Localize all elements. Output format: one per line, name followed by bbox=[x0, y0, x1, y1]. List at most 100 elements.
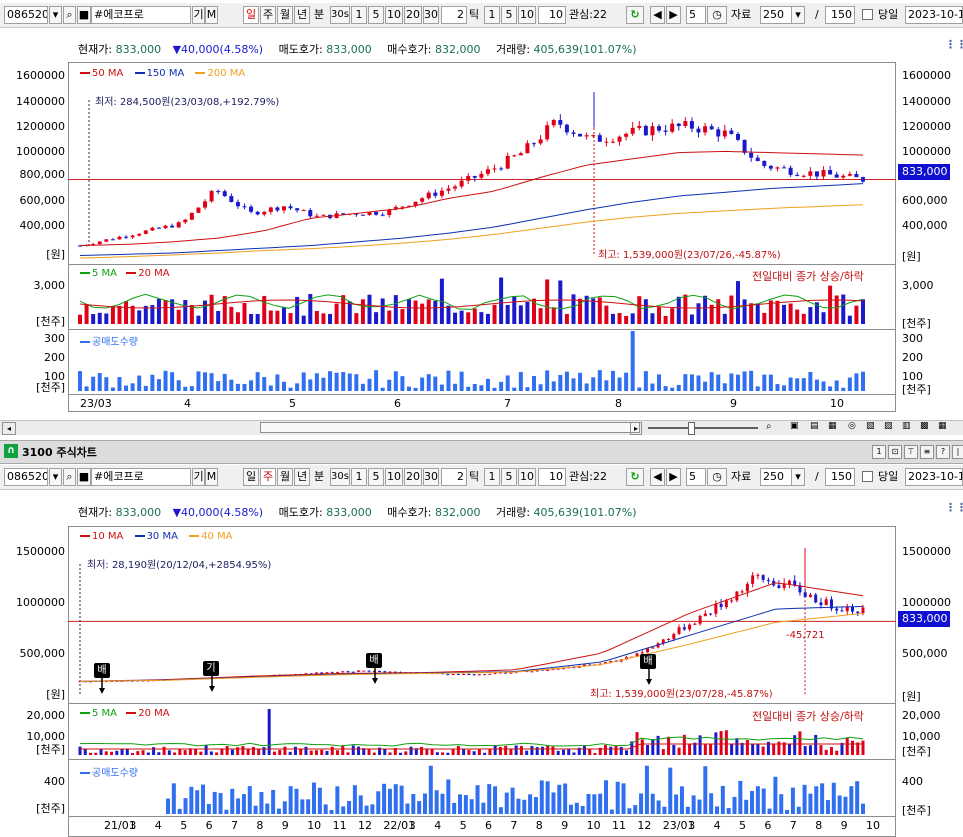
tick-opt-1[interactable]: 1 bbox=[484, 6, 500, 24]
max-count-input[interactable]: 150 bbox=[825, 468, 855, 486]
window-btn-link[interactable]: ⊡ bbox=[888, 445, 902, 459]
code-dropdown-button[interactable]: ▾ bbox=[49, 468, 62, 486]
window-btn-menu[interactable]: ≡ bbox=[920, 445, 934, 459]
stock-code-input[interactable]: 086520 bbox=[4, 468, 48, 486]
data-count-select[interactable]: 250 bbox=[760, 468, 792, 486]
tool-icon-3[interactable]: ▦ bbox=[828, 421, 837, 431]
interval-20[interactable]: 20 bbox=[404, 6, 422, 24]
candle-body bbox=[850, 606, 854, 612]
candle-body bbox=[698, 615, 702, 624]
window-btn-more[interactable]: | bbox=[952, 445, 963, 459]
top-x-label: 7 bbox=[504, 397, 511, 410]
period-year-tab[interactable]: 년 bbox=[294, 6, 310, 24]
range-input[interactable]: 10 bbox=[538, 6, 566, 24]
chart-type-button[interactable]: ■ bbox=[77, 6, 91, 24]
window-btn-help[interactable]: ? bbox=[936, 445, 950, 459]
period-week-tab[interactable]: 주 bbox=[260, 6, 276, 24]
m-button[interactable]: M bbox=[205, 6, 218, 24]
range-input[interactable]: 10 bbox=[538, 468, 566, 486]
candle-body bbox=[137, 233, 142, 236]
data-count-dropdown[interactable]: ▾ bbox=[791, 6, 805, 24]
tool-icon-2[interactable]: ▤ bbox=[810, 421, 819, 431]
bottom-expand-icon[interactable]: ⋮⋮ bbox=[945, 501, 963, 514]
interval-20[interactable]: 20 bbox=[404, 468, 422, 486]
tool-icon-6[interactable]: ▨ bbox=[884, 421, 893, 431]
tick-opt-10[interactable]: 10 bbox=[518, 6, 536, 24]
tick-opt-5[interactable]: 5 bbox=[501, 6, 517, 24]
interval-5[interactable]: 5 bbox=[368, 6, 384, 24]
tool-icon-8[interactable]: ▩ bbox=[920, 421, 929, 431]
prev-arrow-icon[interactable]: ◀ bbox=[650, 468, 665, 486]
interval-10[interactable]: 10 bbox=[385, 468, 403, 486]
window-btn-1[interactable]: 1 bbox=[872, 445, 886, 459]
date-input[interactable]: 2023-10-1 bbox=[905, 6, 963, 24]
tick-count-input[interactable]: 2 bbox=[441, 468, 467, 486]
tick-opt-10[interactable]: 10 bbox=[518, 468, 536, 486]
interval-1[interactable]: 1 bbox=[351, 6, 367, 24]
short-sale-bar bbox=[308, 379, 313, 391]
next-arrow-icon[interactable]: ▶ bbox=[666, 6, 681, 24]
candle-body bbox=[801, 175, 806, 177]
tick-opt-5[interactable]: 5 bbox=[501, 468, 517, 486]
search-icon[interactable]: ⌕ bbox=[63, 6, 76, 24]
tool-icon-4[interactable]: ◎ bbox=[848, 421, 856, 431]
tool-icon-7[interactable]: ▥ bbox=[902, 421, 911, 431]
date-input[interactable]: 2023-10-1 bbox=[905, 468, 963, 486]
code-dropdown-button[interactable]: ▾ bbox=[49, 6, 62, 24]
zoom-slider-track[interactable] bbox=[648, 427, 758, 429]
num-input[interactable]: 5 bbox=[686, 6, 706, 24]
next-arrow-icon[interactable]: ▶ bbox=[666, 468, 681, 486]
zoom-icon[interactable]: ⌕ bbox=[766, 421, 772, 432]
tool-icon-9[interactable]: ▦ bbox=[938, 421, 947, 431]
gi-button[interactable]: 기 bbox=[192, 468, 205, 486]
max-count-input[interactable]: 150 bbox=[825, 6, 855, 24]
interval-5[interactable]: 5 bbox=[368, 468, 384, 486]
search-icon[interactable]: ⌕ bbox=[63, 468, 76, 486]
same-day-checkbox[interactable] bbox=[862, 471, 873, 482]
num-input[interactable]: 5 bbox=[686, 468, 706, 486]
stock-code-input[interactable]: 086520 bbox=[4, 6, 48, 24]
period-month-tab[interactable]: 월 bbox=[277, 6, 293, 24]
interval-30s[interactable]: 30s bbox=[330, 468, 350, 486]
interval-30[interactable]: 30 bbox=[423, 468, 439, 486]
refresh-icon[interactable]: ↻ bbox=[626, 468, 644, 486]
stock-name-field[interactable]: #에코프로 bbox=[91, 6, 191, 24]
period-week-tab[interactable]: 주 bbox=[260, 468, 276, 486]
period-year-tab[interactable]: 년 bbox=[294, 468, 310, 486]
interval-1[interactable]: 1 bbox=[351, 468, 367, 486]
prev-arrow-icon[interactable]: ◀ bbox=[650, 6, 665, 24]
interval-10[interactable]: 10 bbox=[385, 6, 403, 24]
same-day-checkbox[interactable] bbox=[862, 9, 873, 20]
scroll-left-arrow[interactable]: ◂ bbox=[2, 422, 16, 435]
volume-bar bbox=[354, 313, 359, 324]
refresh-icon[interactable]: ↻ bbox=[626, 6, 644, 24]
volume-bar bbox=[320, 749, 324, 755]
scroll-track[interactable] bbox=[260, 422, 640, 433]
tick-count-input[interactable]: 2 bbox=[441, 6, 467, 24]
data-count-select[interactable]: 250 bbox=[760, 6, 792, 24]
chart-scrollbar[interactable]: ◂ ▸ ⌕ ▣ ▤ ▦ ◎ ▧ ▨ ▥ ▩ ▦ bbox=[0, 420, 963, 435]
clock-icon[interactable]: ◷ bbox=[707, 468, 727, 486]
interval-30s[interactable]: 30s bbox=[330, 6, 350, 24]
gi-button[interactable]: 기 bbox=[192, 6, 205, 24]
clock-icon[interactable]: ◷ bbox=[707, 6, 727, 24]
interval-30[interactable]: 30 bbox=[423, 6, 439, 24]
tool-icon-5[interactable]: ▧ bbox=[866, 421, 875, 431]
scroll-right-arrow[interactable]: ▸ bbox=[630, 422, 642, 435]
period-day-tab[interactable]: 일 bbox=[243, 468, 259, 486]
m-button[interactable]: M bbox=[205, 468, 218, 486]
tick-label: 틱 bbox=[469, 8, 480, 21]
top-expand-icon[interactable]: ⋮⋮ bbox=[945, 38, 963, 51]
zoom-slider-handle[interactable] bbox=[688, 422, 695, 435]
window-btn-pin[interactable]: ⊤ bbox=[904, 445, 918, 459]
data-count-dropdown[interactable]: ▾ bbox=[791, 468, 805, 486]
stock-name-field[interactable]: #에코프로 bbox=[91, 468, 191, 486]
tick-opt-1[interactable]: 1 bbox=[484, 468, 500, 486]
candle-body bbox=[742, 139, 747, 153]
top-y-tick-right: 1400000 bbox=[902, 95, 951, 108]
period-day-tab[interactable]: 일 bbox=[243, 6, 259, 24]
chart-type-button[interactable]: ■ bbox=[77, 468, 91, 486]
tool-icon-1[interactable]: ▣ bbox=[790, 421, 799, 431]
period-month-tab[interactable]: 월 bbox=[277, 468, 293, 486]
short-sale-bar bbox=[855, 781, 860, 814]
